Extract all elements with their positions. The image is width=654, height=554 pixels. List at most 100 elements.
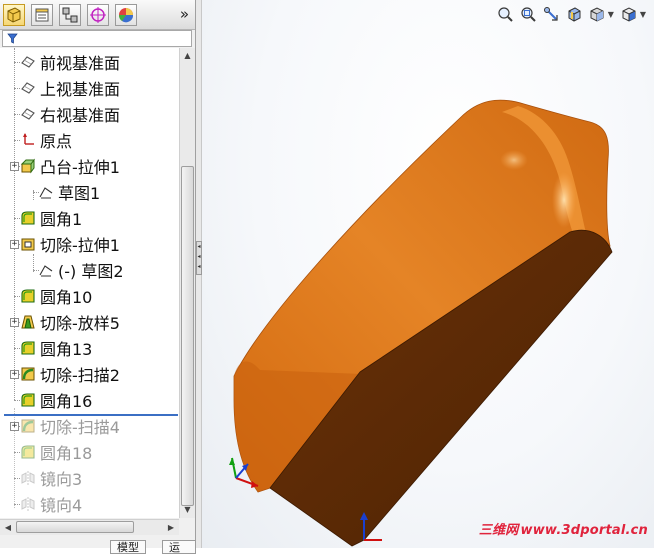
tree-item[interactable]: 圆角1 <box>0 205 179 231</box>
vertical-scroll-thumb[interactable] <box>181 166 194 506</box>
previous-view-button[interactable] <box>541 4 561 24</box>
feature-tree: 前视基准面 上视基准面 右视基准面 原点 凸台-拉伸1 + 草图1 圆角1 切除-拉伸1 + (-)… <box>0 48 179 518</box>
tree-item[interactable]: 镜向4 <box>0 491 179 517</box>
expand-collapse-icon[interactable]: + <box>10 318 19 327</box>
tree-item-label: 切除-扫描4 <box>40 418 120 437</box>
tree-item[interactable]: 切除-扫描4 <box>0 413 179 439</box>
property-manager-tab[interactable] <box>31 4 53 26</box>
tab-motion-study-1[interactable]: 运动算例1 <box>162 540 196 554</box>
bottom-tab-bar: 模型 运动算例1 <box>0 536 196 554</box>
scroll-left-icon[interactable]: ◀ <box>0 520 16 535</box>
cut-loft-icon <box>20 314 36 330</box>
origin-icon <box>20 132 36 148</box>
configuration-icon <box>62 7 78 23</box>
model-specular-highlight <box>500 150 528 170</box>
expand-collapse-icon[interactable]: + <box>10 422 19 431</box>
tree-item[interactable]: 切除-放样5 <box>0 309 179 335</box>
cut-sweep-icon <box>20 418 36 434</box>
chevron-down-icon[interactable]: ▼ <box>640 10 646 19</box>
tree-item[interactable]: 切除-扫描2 <box>0 361 179 387</box>
view-orientation-button[interactable] <box>587 4 607 24</box>
display-manager-icon <box>118 8 134 23</box>
model-specular-highlight <box>552 172 576 228</box>
tree-item[interactable]: 切除-拉伸1 <box>0 231 179 257</box>
cut-sweep-icon <box>20 366 36 382</box>
sketch-icon <box>38 184 54 200</box>
dimxpert-tab[interactable] <box>87 4 109 26</box>
section-view-icon <box>568 7 581 22</box>
tree-connector <box>14 140 20 141</box>
display-manager-tab[interactable] <box>115 4 137 26</box>
tree-connector <box>14 400 20 401</box>
tree-item-label: 前视基准面 <box>40 54 121 73</box>
tree-item[interactable]: 草图1 <box>0 179 179 205</box>
expand-collapse-icon[interactable]: + <box>10 162 19 171</box>
tree-item[interactable]: 前视基准面 <box>0 49 179 75</box>
tree-item[interactable]: 上视基准面 <box>0 75 179 101</box>
tree-item[interactable]: 原点 <box>0 127 179 153</box>
tree-item[interactable]: 圆角18 <box>0 439 179 465</box>
expand-collapse-icon[interactable]: + <box>10 370 19 379</box>
scroll-up-icon[interactable]: ▲ <box>180 48 195 64</box>
graphics-viewport[interactable]: ▼ ▼ 三维网 www.3dportal.cn <box>202 0 654 548</box>
tab-model[interactable]: 模型 <box>110 540 146 554</box>
tree-item[interactable]: (-) 草图2 <box>0 257 179 283</box>
panel-expand-button[interactable]: » <box>180 5 189 23</box>
tree-item[interactable]: 右视基准面 <box>0 101 179 127</box>
tree-connector <box>33 192 39 193</box>
previous-view-icon <box>543 7 558 21</box>
section-view-button[interactable] <box>564 4 584 24</box>
tree-filter-input[interactable] <box>2 30 192 47</box>
zoom-to-area-button[interactable] <box>518 4 538 24</box>
tree-item[interactable]: 圆角10 <box>0 283 179 309</box>
tree-connector <box>14 348 20 349</box>
tree-connector <box>14 218 20 219</box>
fillet-icon <box>20 288 36 304</box>
tree-connector <box>14 296 20 297</box>
tree-item-label: 圆角18 <box>40 444 93 463</box>
tree-item[interactable]: 圆角16 <box>0 387 179 413</box>
tree-item-label: 镜向3 <box>40 470 83 489</box>
tree-item[interactable]: 圆角13 <box>0 335 179 361</box>
scroll-down-icon[interactable]: ▼ <box>180 502 195 518</box>
mirror-icon <box>20 470 36 486</box>
panel-tab-bar: » <box>0 0 195 30</box>
tree-item-label: 右视基准面 <box>40 106 121 125</box>
feature-manager-tab[interactable] <box>3 4 25 26</box>
tree-item-label: 镜向4 <box>40 496 83 515</box>
expand-collapse-icon[interactable]: + <box>10 240 19 249</box>
zoom-to-fit-icon <box>498 7 513 22</box>
fillet-icon <box>20 210 36 226</box>
display-style-button[interactable] <box>619 4 639 24</box>
tree-horizontal-scrollbar[interactable]: ◀ ▶ <box>0 519 179 535</box>
tree-connector <box>14 478 20 479</box>
tree-item-label: (-) 草图2 <box>58 262 124 281</box>
tree-connector <box>14 88 20 89</box>
tree-item-label: 圆角1 <box>40 210 83 229</box>
cut-extrude-icon <box>20 236 36 252</box>
tree-item[interactable]: 凸台-拉伸1 <box>0 153 179 179</box>
horizontal-scroll-thumb[interactable] <box>16 521 134 533</box>
part-model[interactable] <box>202 0 654 548</box>
tree-item-label: 草图1 <box>58 184 101 203</box>
tree-vertical-scrollbar[interactable]: ▲ ▼ <box>179 48 195 518</box>
view-orientation-icon <box>590 7 604 22</box>
configuration-manager-tab[interactable] <box>59 4 81 26</box>
tree-item-label: 切除-拉伸1 <box>40 236 120 255</box>
tree-connector <box>14 452 20 453</box>
tree-connector <box>14 504 20 505</box>
watermark-brand: 三维网 <box>478 523 519 538</box>
filter-icon <box>7 33 18 44</box>
rollback-bar[interactable] <box>4 414 178 416</box>
feature-tree-icon <box>7 7 21 23</box>
watermark: 三维网 www.3dportal.cn <box>479 519 648 538</box>
tree-connector <box>14 114 20 115</box>
scroll-right-icon[interactable]: ▶ <box>163 520 179 535</box>
plane-icon <box>20 54 36 70</box>
tree-item[interactable]: 镜向3 <box>0 465 179 491</box>
chevron-down-icon[interactable]: ▼ <box>608 10 614 19</box>
sketch-icon <box>38 262 54 278</box>
zoom-to-fit-button[interactable] <box>495 4 515 24</box>
fillet-icon <box>20 340 36 356</box>
tree-item-label: 原点 <box>40 132 73 151</box>
